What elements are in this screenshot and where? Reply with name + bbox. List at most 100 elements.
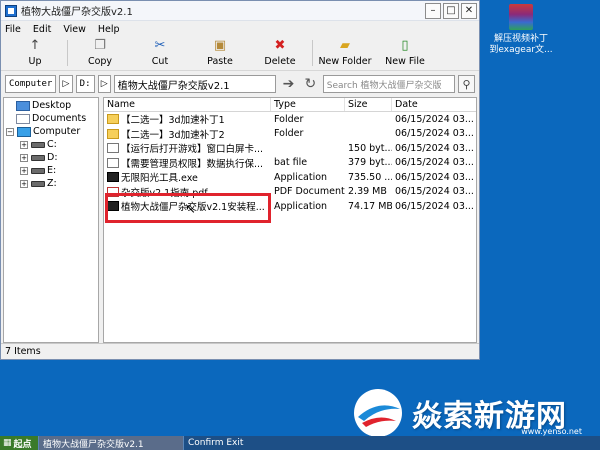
delete-button[interactable]: ✖ Delete xyxy=(250,37,310,69)
tree-label: D: xyxy=(47,152,58,163)
file-icon xyxy=(107,143,119,154)
drive-icon xyxy=(31,141,45,148)
breadcrumb-separator-icon[interactable]: ▷ xyxy=(97,75,111,93)
taskbar-item-confirm-exit[interactable]: Confirm Exit xyxy=(183,436,247,450)
table-row[interactable]: 【需要管理员权限】数据执行保... bat file 379 byt... 06/15… xyxy=(104,156,476,171)
go-arrow-icon[interactable]: ➔ xyxy=(279,74,298,94)
tree-item-computer[interactable]: − Computer xyxy=(4,125,98,138)
breadcrumb-folder[interactable]: 植物大战僵尸杂交版v2.1 xyxy=(113,75,277,93)
copy-button[interactable]: ❐ Copy xyxy=(70,37,130,69)
file-name: 【二选一】3d加速补丁1 xyxy=(121,115,225,127)
tree-label: Computer xyxy=(33,126,81,137)
drive-icon xyxy=(31,167,45,174)
menu-help[interactable]: Help xyxy=(98,24,120,35)
new-file-button[interactable]: ▯ New File xyxy=(375,37,435,69)
tree-item-drive-d[interactable]: + D: xyxy=(4,151,98,164)
column-header-date[interactable]: Date xyxy=(392,98,476,111)
breadcrumb-computer[interactable]: Computer xyxy=(5,75,57,93)
menu-file[interactable]: File xyxy=(5,24,21,35)
file-name: 【二选一】3d加速补丁2 xyxy=(121,129,225,141)
file-size xyxy=(345,127,392,142)
tree-label: Desktop xyxy=(32,100,72,111)
tree-label: Z: xyxy=(47,178,57,189)
column-header-size[interactable]: Size xyxy=(345,98,392,111)
tree-item-drive-c[interactable]: + C: xyxy=(4,138,98,151)
new-folder-button[interactable]: ▰ New Folder xyxy=(315,37,375,69)
title-bar[interactable]: 植物大战僵尸杂交版v2.1 – □ ✕ xyxy=(1,1,479,21)
tree-item-desktop[interactable]: Desktop xyxy=(4,99,98,112)
watermark-logo-icon xyxy=(350,387,406,439)
desktop-shortcut[interactable]: 解压视频补丁 到exagear文... xyxy=(486,4,556,56)
cut-label: Cut xyxy=(151,56,169,67)
file-size: 379 byt... xyxy=(348,157,392,169)
folder-tree: Desktop Documents − Computer + C: + D: +… xyxy=(3,97,99,343)
toolbar-separator xyxy=(312,40,313,66)
cut-button[interactable]: ✂ Cut xyxy=(130,37,190,69)
table-row[interactable]: 【运行后打开游戏】窗口白屏卡... 150 byt... 06/15/2024 03… xyxy=(104,141,476,156)
tree-item-drive-z[interactable]: + Z: xyxy=(4,177,98,190)
menu-view[interactable]: View xyxy=(63,24,86,35)
window-title: 植物大战僵尸杂交版v2.1 xyxy=(21,7,133,18)
tree-item-documents[interactable]: Documents xyxy=(4,112,98,125)
file-type: Folder xyxy=(274,128,304,140)
column-header-name[interactable]: Name xyxy=(104,98,271,111)
file-type xyxy=(271,141,345,156)
taskbar-item-file-manager[interactable]: 植物大战僵尸杂交版v2.1 xyxy=(38,436,183,450)
file-manager-window: 植物大战僵尸杂交版v2.1 – □ ✕ File Edit View Help … xyxy=(0,0,480,360)
file-date: 06/15/2024 03... xyxy=(395,200,474,212)
refresh-icon[interactable]: ↻ xyxy=(301,74,320,94)
start-button[interactable]: ▦ 起点 xyxy=(0,436,38,450)
table-row[interactable]: 无限阳光工具.exe Application 735.50 ... 06/15/202… xyxy=(104,170,476,185)
collapse-icon[interactable]: − xyxy=(6,127,14,136)
copy-icon: ❐ xyxy=(94,38,106,53)
item-count: 7 Items xyxy=(5,346,41,357)
desktop-shortcut-label-1: 解压视频补丁 xyxy=(493,34,548,44)
table-row[interactable]: 【二选一】3d加速补丁2 Folder 06/15/2024 03... xyxy=(104,127,476,142)
tree-item-drive-e[interactable]: + E: xyxy=(4,164,98,177)
file-name: 【需要管理员权限】数据执行保... xyxy=(121,158,264,170)
file-date: 06/15/2024 03... xyxy=(395,157,474,169)
expand-icon[interactable]: + xyxy=(20,166,28,175)
tree-label: Documents xyxy=(32,113,87,124)
search-input[interactable]: Search 植物大战僵尸杂交版 xyxy=(322,75,455,93)
list-header: Name Type Size Date xyxy=(104,98,476,112)
expand-icon[interactable]: + xyxy=(20,140,28,149)
minimize-button[interactable]: – xyxy=(425,2,441,19)
file-name-cell: 【二选一】3d加速补丁1 xyxy=(104,112,271,127)
breadcrumb-separator-icon[interactable]: ▷ xyxy=(59,75,73,93)
taskbar: ▦ 起点 植物大战僵尸杂交版v2.1 Confirm Exit xyxy=(0,436,600,450)
file-size: 74.17 MB xyxy=(348,200,392,212)
paste-label: Paste xyxy=(207,56,233,67)
file-size: 150 byt... xyxy=(348,142,392,154)
up-button[interactable]: ↑ Up xyxy=(5,37,65,69)
delete-x-icon: ✖ xyxy=(274,38,286,53)
app-icon xyxy=(5,4,17,17)
menu-edit[interactable]: Edit xyxy=(33,24,51,35)
new-file-label: New File xyxy=(385,56,425,67)
status-bar: 7 Items xyxy=(1,343,479,359)
file-date: 06/15/2024 03... xyxy=(395,142,474,154)
mouse-cursor-icon: ↖ xyxy=(185,202,196,217)
file-date: 06/15/2024 03... xyxy=(395,186,474,198)
up-arrow-icon: ↑ xyxy=(29,38,41,53)
file-name-cell: 【运行后打开游戏】窗口白屏卡... xyxy=(104,141,271,156)
expand-icon[interactable]: + xyxy=(20,153,28,162)
maximize-button[interactable]: □ xyxy=(443,2,459,19)
breadcrumb-drive[interactable]: D: xyxy=(75,75,95,93)
search-icon[interactable]: ⚲ xyxy=(457,75,475,93)
table-row[interactable]: 【二选一】3d加速补丁1 Folder 06/15/2024 03... xyxy=(104,112,476,127)
scissors-icon: ✂ xyxy=(154,38,166,53)
column-header-type[interactable]: Type xyxy=(271,98,345,111)
copy-label: Copy xyxy=(87,56,113,67)
drive-icon xyxy=(31,154,45,161)
address-bar: Computer ▷ D: ▷ 植物大战僵尸杂交版v2.1 ➔ ↻ Search… xyxy=(1,71,479,97)
computer-icon xyxy=(17,126,31,137)
file-date: 06/15/2024 03... xyxy=(395,171,474,183)
expand-icon[interactable]: + xyxy=(20,179,28,188)
archive-icon xyxy=(509,4,533,30)
paste-button[interactable]: ▣ Paste xyxy=(190,37,250,69)
close-button[interactable]: ✕ xyxy=(461,2,477,19)
file-date: 06/15/2024 03... xyxy=(395,113,474,125)
clipboard-icon: ▣ xyxy=(213,38,227,53)
watermark: 焱索新游网 www.yenso.net xyxy=(350,385,590,440)
